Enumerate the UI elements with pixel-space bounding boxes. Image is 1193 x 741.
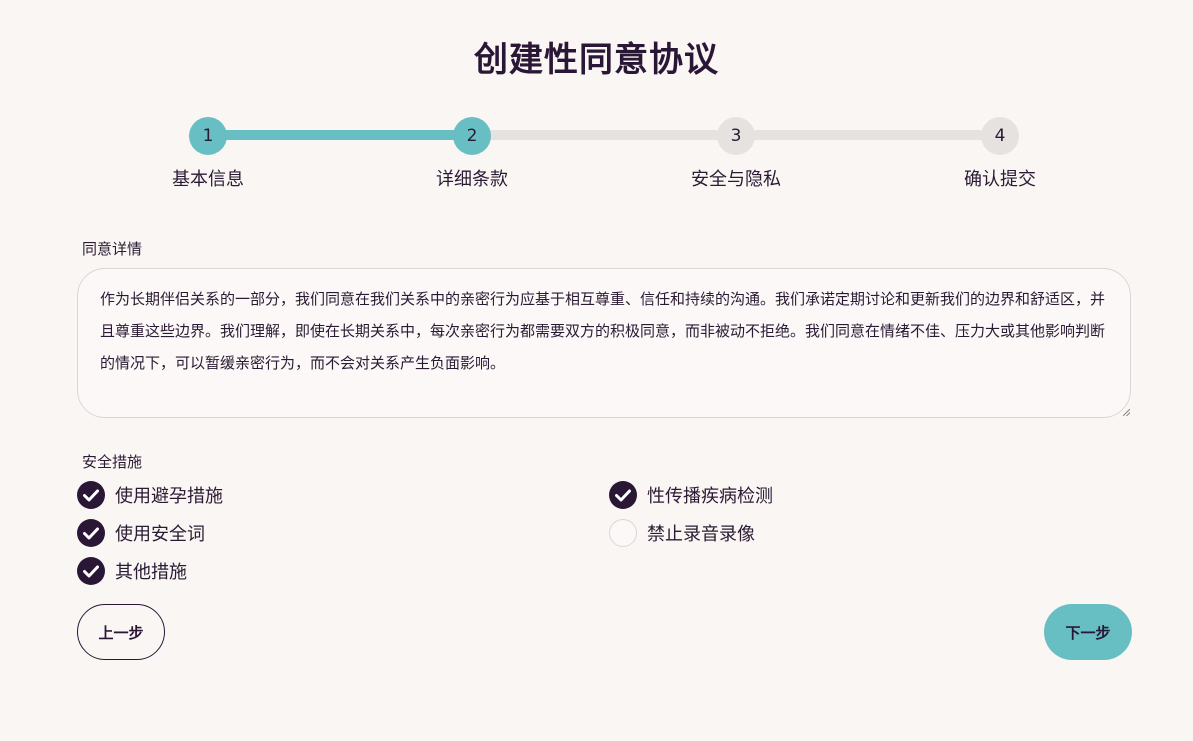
check-icon: [615, 489, 631, 501]
check-icon: [83, 527, 99, 539]
checkbox[interactable]: [609, 519, 637, 547]
checkbox[interactable]: [77, 481, 105, 509]
safety-option-no-recording[interactable]: 禁止录音录像: [609, 518, 755, 548]
step-4-circle: 4: [981, 117, 1019, 155]
resize-handle-icon[interactable]: [1123, 409, 1130, 416]
details-textarea[interactable]: 作为长期伴侣关系的一部分，我们同意在我们关系中的亲密行为应基于相互尊重、信任和持…: [77, 268, 1131, 418]
check-icon: [83, 565, 99, 577]
page-title: 创建性同意协议: [474, 40, 719, 80]
prev-button[interactable]: 上一步: [77, 604, 165, 660]
checkbox-label: 其他措施: [115, 562, 187, 583]
step-1-label: 基本信息: [172, 169, 244, 190]
next-button[interactable]: 下一步: [1044, 604, 1132, 660]
safety-option-sti-testing[interactable]: 性传播疾病检测: [609, 480, 773, 510]
step-3-label: 安全与隐私: [691, 169, 781, 190]
step-4-label: 确认提交: [964, 169, 1036, 190]
safety-label: 安全措施: [82, 453, 143, 471]
step-1[interactable]: 1 基本信息: [128, 117, 288, 191]
checkbox-label: 禁止录音录像: [647, 524, 755, 545]
step-3-circle: 3: [717, 117, 755, 155]
safety-option-contraception[interactable]: 使用避孕措施: [77, 480, 223, 510]
checkbox[interactable]: [77, 557, 105, 585]
step-3[interactable]: 3 安全与隐私: [656, 117, 816, 191]
checkbox-label: 性传播疾病检测: [647, 486, 773, 507]
checkbox[interactable]: [609, 481, 637, 509]
checkbox[interactable]: [77, 519, 105, 547]
step-2-label: 详细条款: [436, 169, 508, 190]
checkbox-label: 使用安全词: [115, 524, 205, 545]
details-label: 同意详情: [82, 240, 143, 258]
safety-option-other[interactable]: 其他措施: [77, 556, 187, 586]
step-1-circle: 1: [189, 117, 227, 155]
safety-option-safe-word[interactable]: 使用安全词: [77, 518, 205, 548]
step-2[interactable]: 2 详细条款: [392, 117, 552, 191]
step-2-circle: 2: [453, 117, 491, 155]
step-4[interactable]: 4 确认提交: [920, 117, 1080, 191]
checkbox-label: 使用避孕措施: [115, 486, 223, 507]
check-icon: [83, 489, 99, 501]
